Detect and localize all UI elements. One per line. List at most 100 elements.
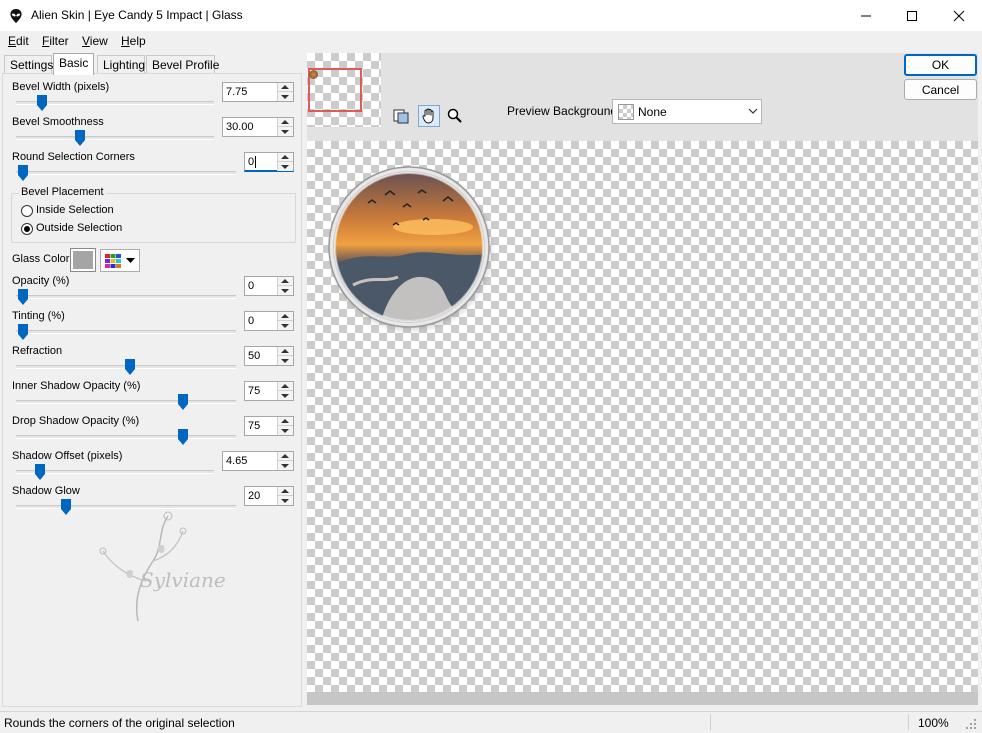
bevel-smoothness-spinbox[interactable]: 30.00	[222, 117, 294, 137]
tinting-label: Tinting (%)	[12, 310, 65, 322]
drop-shadow-spinbox[interactable]: 75	[244, 416, 294, 436]
cancel-button[interactable]: Cancel	[904, 79, 977, 100]
bevel-smoothness-value[interactable]: 30.00	[226, 121, 254, 133]
tinting-spinbox[interactable]: 0	[244, 311, 294, 331]
bevel-width-spinbox[interactable]: 7.75	[222, 82, 294, 102]
glass-color-fill	[73, 251, 93, 269]
spin-up-icon[interactable]	[281, 419, 289, 423]
bevel-placement-label: Bevel Placement	[19, 186, 106, 198]
spin-up-icon[interactable]	[281, 489, 289, 493]
spin-down-icon[interactable]	[281, 359, 289, 363]
opacity-track[interactable]	[16, 295, 236, 299]
tinting-track[interactable]	[16, 330, 236, 334]
minimize-button[interactable]	[843, 0, 889, 31]
opacity-spinbox[interactable]: 0	[244, 276, 294, 296]
drop-shadow-track[interactable]	[16, 435, 236, 439]
spin-up-icon[interactable]	[281, 279, 289, 283]
close-button[interactable]	[936, 0, 982, 31]
spin-down-icon[interactable]	[281, 429, 289, 433]
menu-edit[interactable]: Edit	[8, 34, 29, 48]
inner-shadow-value[interactable]: 75	[248, 385, 260, 397]
glass-color-swatch[interactable]	[70, 248, 96, 272]
spin-down-icon[interactable]	[281, 499, 289, 503]
spin-up-icon[interactable]	[281, 85, 289, 89]
menu-help[interactable]: Help	[121, 34, 146, 48]
inner-shadow-slider-thumb[interactable]	[177, 394, 188, 410]
tab-settings[interactable]: Settings	[4, 55, 53, 73]
ok-button[interactable]: OK	[904, 54, 977, 76]
shadow-glow-value[interactable]: 20	[248, 490, 260, 502]
bevel-placement-group	[11, 193, 296, 243]
inside-selection-radio[interactable]	[21, 205, 33, 217]
resize-grip-icon[interactable]	[965, 718, 977, 730]
spin-up-icon[interactable]	[281, 120, 289, 124]
close-icon	[953, 10, 965, 21]
spin-up-icon[interactable]	[281, 454, 289, 458]
magnifier-icon	[447, 108, 462, 123]
color-picker-dropdown[interactable]	[100, 249, 140, 272]
hand-tool-button[interactable]	[418, 105, 440, 127]
shadow-offset-slider-thumb[interactable]	[35, 464, 46, 480]
text-cursor	[255, 156, 256, 168]
zoom-tool-button[interactable]	[444, 105, 466, 127]
opacity-slider-thumb[interactable]	[18, 289, 28, 305]
drop-shadow-label: Drop Shadow Opacity (%)	[12, 415, 140, 427]
tinting-slider-thumb[interactable]	[18, 324, 28, 340]
tab-bevel-profile[interactable]: Bevel Profile	[146, 55, 219, 73]
refraction-spinbox[interactable]: 50	[244, 346, 294, 366]
spin-up-icon[interactable]	[281, 384, 289, 388]
preview-canvas[interactable]	[307, 141, 978, 692]
before-after-icon	[393, 109, 409, 124]
floral-flourish-icon	[99, 511, 187, 622]
bevel-width-slider-thumb[interactable]	[36, 95, 47, 111]
preview-background-select[interactable]: None	[612, 99, 762, 124]
maximize-button[interactable]	[889, 0, 935, 31]
round-corners-spinbox[interactable]: 0	[244, 152, 294, 172]
bevel-smoothness-track[interactable]	[16, 136, 214, 140]
spin-up-icon[interactable]	[281, 349, 289, 353]
inner-shadow-track[interactable]	[16, 400, 236, 404]
shadow-offset-track[interactable]	[16, 470, 214, 474]
refraction-slider-thumb[interactable]	[124, 359, 135, 375]
title-bar[interactable]: Alien Skin | Eye Candy 5 Impact | Glass	[0, 0, 982, 31]
tinting-value[interactable]: 0	[248, 315, 254, 327]
spin-down-icon[interactable]	[281, 95, 289, 99]
inner-shadow-spinbox[interactable]: 75	[244, 381, 294, 401]
spin-down-icon[interactable]	[281, 464, 289, 468]
glass-color-label: Glass Color	[12, 253, 70, 265]
spin-down-icon[interactable]	[281, 130, 289, 134]
inside-selection-label[interactable]: Inside Selection	[36, 204, 114, 216]
round-corners-value[interactable]: 0	[248, 156, 254, 168]
outside-selection-radio[interactable]	[21, 223, 33, 235]
status-hint: Rounds the corners of the original selec…	[4, 716, 235, 730]
preview-background-value: None	[638, 105, 667, 119]
spin-up-icon[interactable]	[281, 314, 289, 318]
drop-shadow-slider-thumb[interactable]	[177, 429, 188, 445]
shadow-offset-label: Shadow Offset (pixels)	[12, 450, 123, 462]
shadow-glow-slider-thumb[interactable]	[60, 499, 71, 515]
opacity-value[interactable]: 0	[248, 280, 254, 292]
tab-lighting[interactable]: Lighting	[97, 55, 145, 73]
menu-filter[interactable]: Filter	[42, 34, 69, 48]
spin-down-icon[interactable]	[281, 165, 289, 169]
round-corners-slider-thumb[interactable]	[18, 165, 28, 181]
tab-basic[interactable]: Basic	[53, 53, 94, 75]
bevel-width-label: Bevel Width (pixels)	[12, 81, 110, 93]
drop-shadow-value[interactable]: 75	[248, 420, 260, 432]
shadow-offset-spinbox[interactable]: 4.65	[222, 451, 294, 471]
bevel-width-value[interactable]: 7.75	[226, 86, 247, 98]
preview-toggle-button[interactable]	[390, 105, 412, 127]
spin-down-icon[interactable]	[281, 394, 289, 398]
refraction-value[interactable]: 50	[248, 350, 260, 362]
minimize-icon	[861, 15, 871, 16]
shadow-offset-value[interactable]: 4.65	[226, 455, 247, 467]
shadow-glow-spinbox[interactable]: 20	[244, 486, 294, 506]
bevel-smoothness-slider-thumb[interactable]	[75, 130, 86, 146]
navigator-thumbnail[interactable]	[307, 53, 381, 127]
round-corners-track[interactable]	[16, 171, 236, 175]
outside-selection-label[interactable]: Outside Selection	[36, 222, 122, 234]
spin-down-icon[interactable]	[281, 289, 289, 293]
menu-view[interactable]: View	[82, 34, 108, 48]
spin-up-icon[interactable]	[281, 155, 289, 159]
spin-down-icon[interactable]	[281, 324, 289, 328]
